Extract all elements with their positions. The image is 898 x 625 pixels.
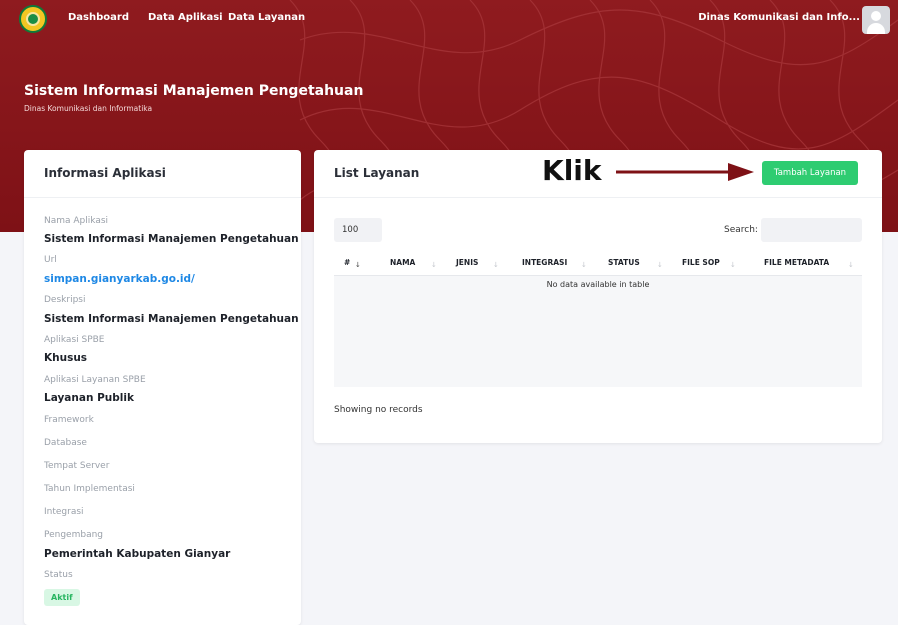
field-label-tahun-implementasi: Tahun Implementasi — [44, 484, 135, 494]
table-header: # ↓ NAMA ↓ JENIS ↓ INTEGRASI ↓ STATUS ↓ … — [334, 250, 862, 276]
column-header-integrasi[interactable]: INTEGRASI — [522, 258, 567, 267]
user-avatar-icon[interactable] — [862, 6, 890, 34]
page-length-select[interactable]: 100 — [334, 218, 382, 242]
sort-icon: ↓ — [493, 261, 499, 269]
field-value-aplikasi-spbe: Khusus — [44, 352, 88, 364]
sort-icon: ↓ — [431, 261, 437, 269]
top-navbar: Dashboard Data Aplikasi Data Layanan Din… — [0, 0, 898, 40]
logo-emblem[interactable] — [19, 5, 47, 33]
field-value-layanan-spbe: Layanan Publik — [44, 392, 134, 404]
field-label-tempat-server: Tempat Server — [44, 461, 110, 471]
field-label-deskripsi: Deskripsi — [44, 295, 86, 305]
search-input[interactable] — [761, 218, 862, 242]
info-card-title: Informasi Aplikasi — [24, 150, 301, 198]
field-value-url-link[interactable]: simpan.gianyarkab.go.id/ — [44, 273, 195, 285]
layanan-table: # ↓ NAMA ↓ JENIS ↓ INTEGRASI ↓ STATUS ↓ … — [334, 250, 862, 387]
page-title: Sistem Informasi Manajemen Pengetahuan — [24, 83, 364, 99]
sort-icon: ↓ — [848, 261, 854, 269]
column-header-file-metadata[interactable]: FILE METADATA — [764, 258, 829, 267]
table-info: Showing no records — [334, 405, 423, 415]
field-value-deskripsi: Sistem Informasi Manajemen Pengetahuan — [44, 313, 299, 325]
column-header-status[interactable]: STATUS — [608, 258, 640, 267]
column-header-jenis[interactable]: JENIS — [456, 258, 478, 267]
field-label-pengembang: Pengembang — [44, 530, 104, 540]
tambah-layanan-button[interactable]: Tambah Layanan — [762, 161, 858, 185]
info-aplikasi-card: Informasi Aplikasi Nama Aplikasi Sistem … — [24, 150, 301, 625]
field-label-layanan-spbe: Aplikasi Layanan SPBE — [44, 375, 146, 385]
sort-desc-icon: ↓ — [355, 261, 361, 269]
field-label-status: Status — [44, 570, 73, 580]
empty-table-message: No data available in table — [546, 280, 650, 289]
field-label-database: Database — [44, 438, 87, 448]
field-label-integrasi: Integrasi — [44, 507, 84, 517]
arrow-right-icon — [616, 163, 754, 181]
field-label-framework: Framework — [44, 415, 94, 425]
column-header-file-sop[interactable]: FILE SOP — [682, 258, 720, 267]
nav-data-layanan[interactable]: Data Layanan — [228, 12, 305, 23]
field-label-url: Url — [44, 255, 57, 265]
nav-data-aplikasi[interactable]: Data Aplikasi — [148, 12, 223, 23]
field-label-nama: Nama Aplikasi — [44, 216, 109, 226]
column-header-number[interactable]: # — [344, 258, 350, 267]
nav-dashboard[interactable]: Dashboard — [68, 12, 129, 23]
field-value-pengembang: Pemerintah Kabupaten Gianyar — [44, 548, 231, 560]
sort-icon: ↓ — [657, 261, 663, 269]
sort-icon: ↓ — [581, 261, 587, 269]
klik-annotation: Klik — [542, 154, 602, 187]
field-value-nama: Sistem Informasi Manajemen Pengetahuan — [44, 233, 299, 245]
list-layanan-card: List Layanan Klik Tambah Layanan 100 Sea… — [314, 150, 882, 443]
user-name[interactable]: Dinas Komunikasi dan Info... — [698, 12, 860, 23]
search-label: Search: — [724, 225, 758, 235]
page-subtitle: Dinas Komunikasi dan Informatika — [24, 104, 153, 113]
field-label-aplikasi-spbe: Aplikasi SPBE — [44, 335, 105, 345]
column-header-nama[interactable]: NAMA — [390, 258, 415, 267]
sort-icon: ↓ — [730, 261, 736, 269]
status-badge: Aktif — [44, 589, 80, 606]
